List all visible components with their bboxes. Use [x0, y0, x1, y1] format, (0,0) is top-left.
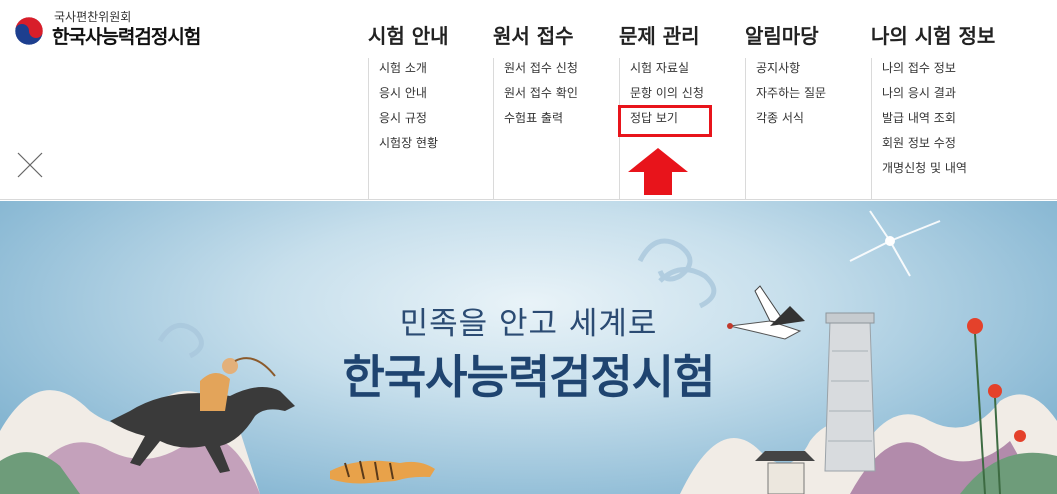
submenu-item[interactable]: 개명신청 및 내역 [882, 158, 996, 183]
submenu-item[interactable]: 각종 서식 [756, 108, 870, 133]
submenu: 원서 접수 신청 원서 접수 확인 수험표 출력 [493, 58, 618, 200]
submenu: 공지사항 자주하는 질문 각종 서식 [745, 58, 870, 200]
submenu-item[interactable]: 시험 소개 [379, 58, 493, 83]
submenu-item[interactable]: 나의 접수 정보 [882, 58, 996, 83]
menu-title[interactable]: 원서 접수 [493, 20, 574, 49]
answer-view-highlight-box [618, 105, 712, 137]
submenu-item[interactable]: 원서 접수 신청 [504, 58, 618, 83]
page: 국사편찬위원회 한국사능력검정시험 시험 안내 시험 소개 응시 안내 응시 규… [0, 0, 1057, 494]
submenu-item[interactable]: 공지사항 [756, 58, 870, 83]
taegeuk-emblem-icon [14, 16, 44, 46]
submenu-item[interactable]: 나의 응시 결과 [882, 83, 996, 108]
submenu-item[interactable]: 수험표 출력 [504, 108, 618, 133]
site-name: 한국사능력검정시험 [52, 26, 201, 48]
close-icon[interactable] [17, 152, 43, 178]
submenu-item[interactable]: 회원 정보 수정 [882, 133, 996, 158]
submenu: 시험 소개 응시 안내 응시 규정 시험장 현황 [368, 58, 493, 200]
submenu-item[interactable]: 원서 접수 확인 [504, 83, 618, 108]
submenu: 나의 접수 정보 나의 응시 결과 발급 내역 조회 회원 정보 수정 개명신청… [871, 58, 996, 200]
submenu-item[interactable]: 자주하는 질문 [756, 83, 870, 108]
submenu-item[interactable]: 시험장 현황 [379, 133, 493, 158]
main-banner: 민족을 안고 세계로 한국사능력검정시험 [0, 201, 1057, 494]
red-up-arrow-icon [628, 148, 688, 195]
submenu-item[interactable]: 응시 안내 [379, 83, 493, 108]
menu-title[interactable]: 나의 시험 정보 [871, 20, 995, 49]
submenu-item[interactable]: 발급 내역 조회 [882, 108, 996, 133]
banner-subtitle: 민족을 안고 세계로 [399, 306, 658, 342]
submenu-item[interactable]: 응시 규정 [379, 108, 493, 133]
submenu-item[interactable]: 시험 자료실 [630, 58, 744, 83]
menu-title[interactable]: 알림마당 [745, 20, 819, 49]
menu-title[interactable]: 문제 관리 [619, 20, 700, 49]
site-logo[interactable]: 국사편찬위원회 한국사능력검정시험 [12, 8, 212, 48]
menu-title[interactable]: 시험 안내 [368, 20, 449, 49]
banner-title: 한국사능력검정시험 [342, 350, 716, 404]
site-header: 국사편찬위원회 한국사능력검정시험 시험 안내 시험 소개 응시 안내 응시 규… [0, 0, 1057, 200]
